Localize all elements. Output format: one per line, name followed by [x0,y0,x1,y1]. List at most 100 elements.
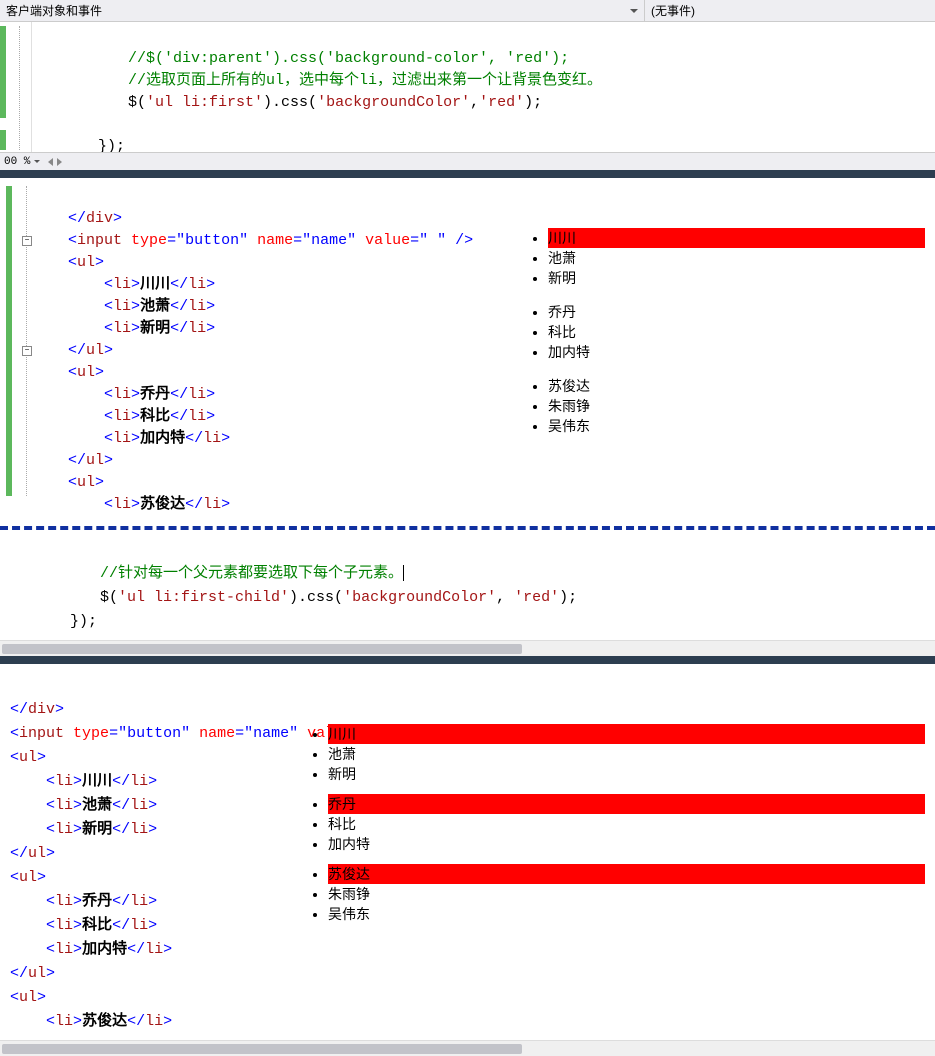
t: ); [559,589,577,606]
t: type [73,725,109,742]
list-item: 乔丹 [328,794,925,814]
t [190,725,199,742]
list-item: 新明 [548,268,925,288]
t: </ [112,893,130,910]
code-content-1[interactable]: //$('div:parent').css('background-color'… [32,22,935,152]
t: > [95,254,104,271]
t: > [104,342,113,359]
zoom-bar: 00 % [0,152,935,170]
list-item: 科比 [328,814,925,834]
t: < [46,941,55,958]
t: </ [112,797,130,814]
t: ul [86,452,104,469]
horizontal-scrollbar[interactable] [0,640,935,656]
list-item: 朱雨铮 [328,884,925,904]
t: </ [185,430,203,447]
triangle-right-icon[interactable] [57,158,62,166]
code-string: 'backgroundColor' [317,94,470,111]
t: , [496,589,514,606]
t: ul [19,869,37,886]
t: > [73,1013,82,1030]
list-item: 苏俊达 [328,864,925,884]
t: </ [185,496,203,513]
t: > [37,989,46,1006]
t: type [131,232,167,249]
t: 池萧 [140,298,170,315]
chevron-down-icon [630,9,638,13]
scroll-thumb[interactable] [2,1044,522,1054]
list-item: 池萧 [328,744,925,764]
fold-minus-icon[interactable]: − [22,346,32,356]
editor-fold-gutter [12,22,32,152]
t: li [188,386,206,403]
list-item: 朱雨铮 [548,396,925,416]
t: ="name" [235,725,298,742]
t: value [365,232,410,249]
code-content-4[interactable]: </div> <input type="button" name="name" … [0,664,300,1040]
fold-minus-icon[interactable]: − [22,236,32,246]
list-item: 川川 [548,228,925,248]
scroll-thumb[interactable] [2,644,522,654]
t: div [28,701,55,718]
t: > [163,941,172,958]
code-token: ).css( [263,94,317,111]
context-dropdown-right[interactable]: (无事件) [645,0,935,21]
t: < [104,276,113,293]
list-group-2: 乔丹 科比 加内特 [328,794,925,854]
t: </ [170,298,188,315]
t: < [10,869,19,886]
t: < [104,320,113,337]
t: > [73,941,82,958]
t: 新明 [82,821,112,838]
t: li [113,430,131,447]
context-left-label: 客户端对象和事件 [6,2,102,19]
t: < [104,386,113,403]
t: > [73,821,82,838]
t: > [73,797,82,814]
code-content-3[interactable]: //针对每一个父元素都要选取下每个子元素。 $('ul li:first-chi… [0,532,935,640]
zoom-level[interactable]: 00 % [4,156,30,168]
t: </ [10,845,28,862]
t: 加内特 [82,941,127,958]
preview-pane-4: 川川 池萧 新明 乔丹 科比 加内特 苏俊达 朱雨铮 吴伟东 [300,664,935,1040]
t: li [113,386,131,403]
t: > [148,773,157,790]
t: > [221,496,230,513]
list-group-3: 苏俊达 朱雨铮 吴伟东 [548,376,925,436]
t: < [46,917,55,934]
t: input [77,232,122,249]
horizontal-scrollbar[interactable] [0,1040,935,1056]
context-right-label: (无事件) [651,2,695,19]
t: </ [68,210,86,227]
t: 苏俊达 [82,1013,127,1030]
t: > [73,917,82,934]
t: < [68,474,77,491]
code-content-2[interactable]: </div> <input type="button" name="name" … [60,178,520,524]
t: > [113,210,122,227]
t: > [73,893,82,910]
t: > [95,474,104,491]
dashed-separator [0,526,935,530]
t: </ [170,320,188,337]
t: li [145,941,163,958]
list-item: 加内特 [328,834,925,854]
t: > [131,408,140,425]
t: li [55,1013,73,1030]
chevron-down-icon[interactable] [34,160,40,163]
t: li [113,320,131,337]
preview-pane-2: 川川 池萧 新明 乔丹 科比 加内特 苏俊达 朱雨铮 吴伟东 [520,178,935,524]
t: li [203,496,221,513]
t: </ [127,1013,145,1030]
code-comment: //针对每一个父元素都要选取下每个子元素。 [100,565,403,582]
list-item: 新明 [328,764,925,784]
triangle-left-icon[interactable] [48,158,53,166]
t: </ [68,342,86,359]
pane-separator [0,170,935,178]
t: li [130,773,148,790]
context-dropdown-left[interactable]: 客户端对象和事件 [0,0,645,21]
t: > [148,893,157,910]
t: > [55,701,64,718]
t [248,232,257,249]
code-editor-pane-1[interactable]: //$('div:parent').css('background-color'… [0,22,935,152]
split-pane-4: </div> <input type="button" name="name" … [0,664,935,1040]
